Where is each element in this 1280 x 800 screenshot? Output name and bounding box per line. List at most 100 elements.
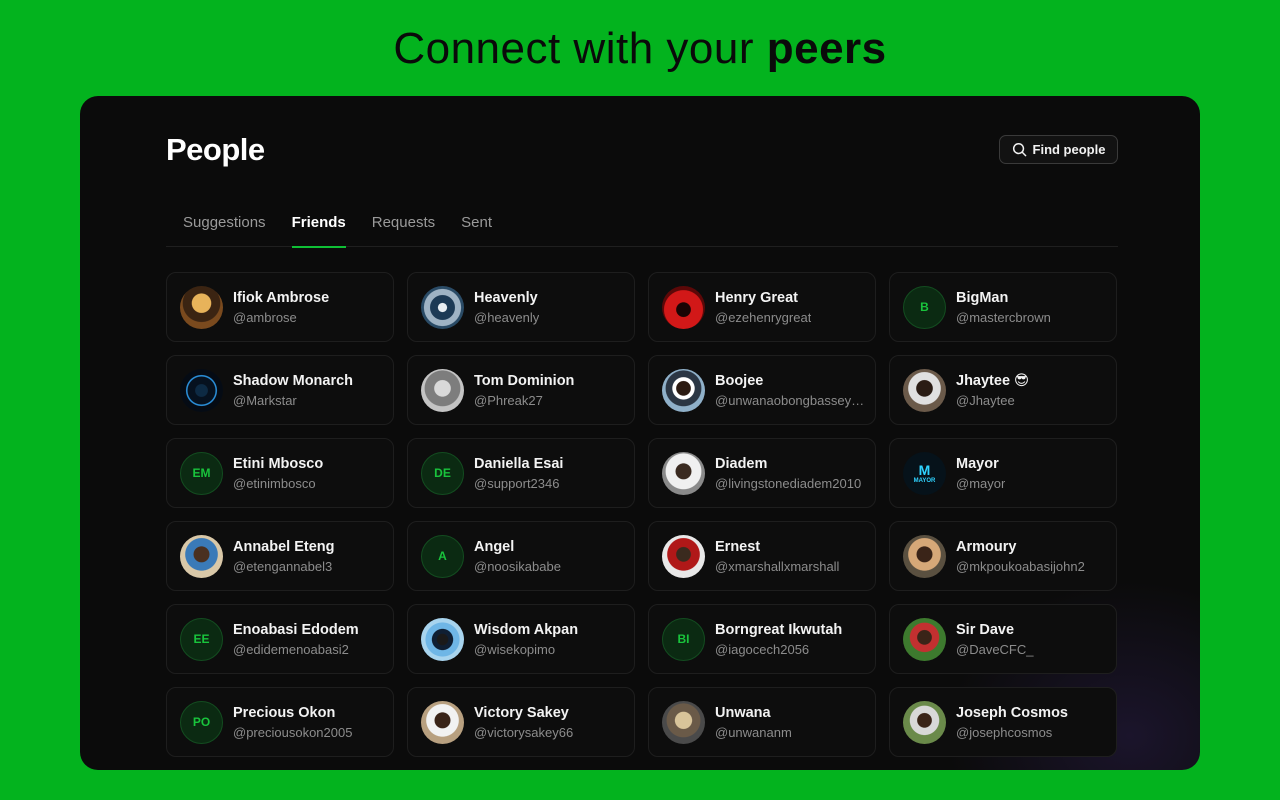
page-title: People <box>166 132 265 167</box>
friend-name: Unwana <box>715 704 771 721</box>
friend-card[interactable]: Heavenly @heavenly <box>407 272 635 342</box>
friend-info: Tom Dominion @Phreak27 <box>474 373 574 408</box>
friend-name: Ifiok Ambrose <box>233 289 330 306</box>
avatar <box>180 368 223 412</box>
friend-info: Armoury @mkpoukoabasijohn2 <box>956 539 1085 574</box>
friend-name: Jhaytee 😎 <box>956 372 1030 389</box>
avatar-initials: B <box>903 285 946 329</box>
friend-info: Sir Dave @DaveCFC_ <box>956 622 1034 657</box>
search-icon <box>1012 142 1027 157</box>
friend-handle: @heavenly <box>474 309 540 325</box>
friend-card[interactable]: PO Precious Okon @preciousokon2005 <box>166 687 394 757</box>
friend-handle: @etengannabel3 <box>233 558 333 574</box>
friend-card[interactable]: Annabel Eteng @etengannabel3 <box>166 521 394 591</box>
friend-card[interactable]: Boojee @unwanaobongbassey… <box>648 355 876 425</box>
friend-info: Mayor @mayor <box>956 456 1005 491</box>
friend-handle: @edidemenoabasi2 <box>233 641 349 657</box>
tab-suggestions[interactable]: Suggestions <box>166 204 279 247</box>
avatar-initials: PO <box>180 700 223 744</box>
tab-friends[interactable]: Friends <box>279 204 359 248</box>
avatar-initials: DE <box>421 451 464 495</box>
friend-info: Wisdom Akpan @wisekopimo <box>474 622 578 657</box>
friend-card[interactable]: Unwana @unwananm <box>648 687 876 757</box>
friend-card[interactable]: Joseph Cosmos @josephcosmos <box>889 687 1117 757</box>
friend-info: Ifiok Ambrose @ambrose <box>233 290 329 325</box>
friend-info: Borngreat Ikwutah @iagocech2056 <box>715 622 842 657</box>
friend-handle: @unwananm <box>715 724 792 740</box>
friend-handle: @support2346 <box>474 475 560 491</box>
avatar-initials: BI <box>662 617 705 661</box>
friend-card[interactable]: DE Daniella Esai @support2346 <box>407 438 635 508</box>
friend-card[interactable]: M MAYOR Mayor @mayor <box>889 438 1117 508</box>
friend-card[interactable]: EE Enoabasi Edodem @edidemenoabasi2 <box>166 604 394 674</box>
friend-name: Borngreat Ikwutah <box>715 621 843 638</box>
friend-handle: @livingstonediadem2010 <box>715 475 862 491</box>
friend-name: Etini Mbosco <box>233 455 324 472</box>
friend-info: Angel @noosikababe <box>474 539 561 574</box>
friend-name: Angel <box>474 538 515 555</box>
friend-handle: @noosikababe <box>474 558 561 574</box>
avatar <box>421 617 464 661</box>
friend-card[interactable]: Henry Great @ezehenrygreat <box>648 272 876 342</box>
friend-card[interactable]: B BigMan @mastercbrown <box>889 272 1117 342</box>
friend-handle: @unwanaobongbassey… <box>715 392 865 408</box>
friend-card[interactable]: Victory Sakey @victorysakey66 <box>407 687 635 757</box>
avatar <box>903 617 946 661</box>
find-people-button[interactable]: Find people <box>999 135 1118 164</box>
friend-name: Victory Sakey <box>474 704 569 721</box>
friend-name: Joseph Cosmos <box>956 704 1068 721</box>
friend-card[interactable]: Jhaytee 😎 @Jhaytee <box>889 355 1117 425</box>
friend-info: Jhaytee 😎 @Jhaytee <box>956 373 1029 408</box>
friend-handle: @mastercbrown <box>956 309 1051 325</box>
avatar <box>180 285 223 329</box>
tab-sent[interactable]: Sent <box>448 204 505 247</box>
friend-card[interactable]: Tom Dominion @Phreak27 <box>407 355 635 425</box>
friend-info: Annabel Eteng @etengannabel3 <box>233 539 335 574</box>
avatar <box>180 534 223 578</box>
friend-name: Enoabasi Edodem <box>233 621 359 638</box>
friend-handle: @mkpoukoabasijohn2 <box>956 558 1085 574</box>
mayor-logo-mark: M <box>918 461 931 478</box>
friend-name: Diadem <box>715 455 768 472</box>
friend-name: Daniella Esai <box>474 455 564 472</box>
friend-handle: @josephcosmos <box>956 724 1053 740</box>
friend-info: Heavenly @heavenly <box>474 290 539 325</box>
friend-card[interactable]: Diadem @livingstonediadem2010 <box>648 438 876 508</box>
friend-card[interactable]: Wisdom Akpan @wisekopimo <box>407 604 635 674</box>
friend-name: Mayor <box>956 455 999 472</box>
avatar <box>903 700 946 744</box>
friend-info: Shadow Monarch @Markstar <box>233 373 353 408</box>
friend-handle: @ambrose <box>233 309 297 325</box>
friend-card[interactable]: Armoury @mkpoukoabasijohn2 <box>889 521 1117 591</box>
friend-handle: @mayor <box>956 475 1006 491</box>
friend-name: Sir Dave <box>956 621 1015 638</box>
friend-name: Ernest <box>715 538 761 555</box>
friend-card[interactable]: BI Borngreat Ikwutah @iagocech2056 <box>648 604 876 674</box>
friend-name: Heavenly <box>474 289 538 306</box>
friend-info: Victory Sakey @victorysakey66 <box>474 705 573 740</box>
people-tabs: Suggestions Friends Requests Sent <box>166 204 1118 248</box>
hero-text: Connect with your <box>393 24 767 73</box>
friend-info: Unwana @unwananm <box>715 705 792 740</box>
friend-card[interactable]: Sir Dave @DaveCFC_ <box>889 604 1117 674</box>
friend-card[interactable]: EM Etini Mbosco @etinimbosco <box>166 438 394 508</box>
friend-card[interactable]: Shadow Monarch @Markstar <box>166 355 394 425</box>
find-people-label: Find people <box>1032 142 1106 157</box>
friend-card[interactable]: Ifiok Ambrose @ambrose <box>166 272 394 342</box>
friend-card[interactable]: A Angel @noosikababe <box>407 521 635 591</box>
tab-requests[interactable]: Requests <box>359 204 448 247</box>
friend-card[interactable]: Ernest @xmarshallxmarshall <box>648 521 876 591</box>
avatar-initials: EM <box>180 451 223 495</box>
friend-name: BigMan <box>956 289 1009 306</box>
friend-handle: @Markstar <box>233 392 297 408</box>
friend-name: Wisdom Akpan <box>474 621 579 638</box>
hero-bold-text: peers <box>766 24 887 73</box>
friend-name: Henry Great <box>715 289 799 306</box>
friend-info: Daniella Esai @support2346 <box>474 456 563 491</box>
avatar <box>421 700 464 744</box>
avatar <box>421 285 464 329</box>
friend-name: Precious Okon <box>233 704 336 721</box>
friend-handle: @etinimbosco <box>233 475 316 491</box>
friend-handle: @ezehenrygreat <box>715 309 812 325</box>
people-panel: People Find people Suggestions Friends Req… <box>80 96 1200 770</box>
